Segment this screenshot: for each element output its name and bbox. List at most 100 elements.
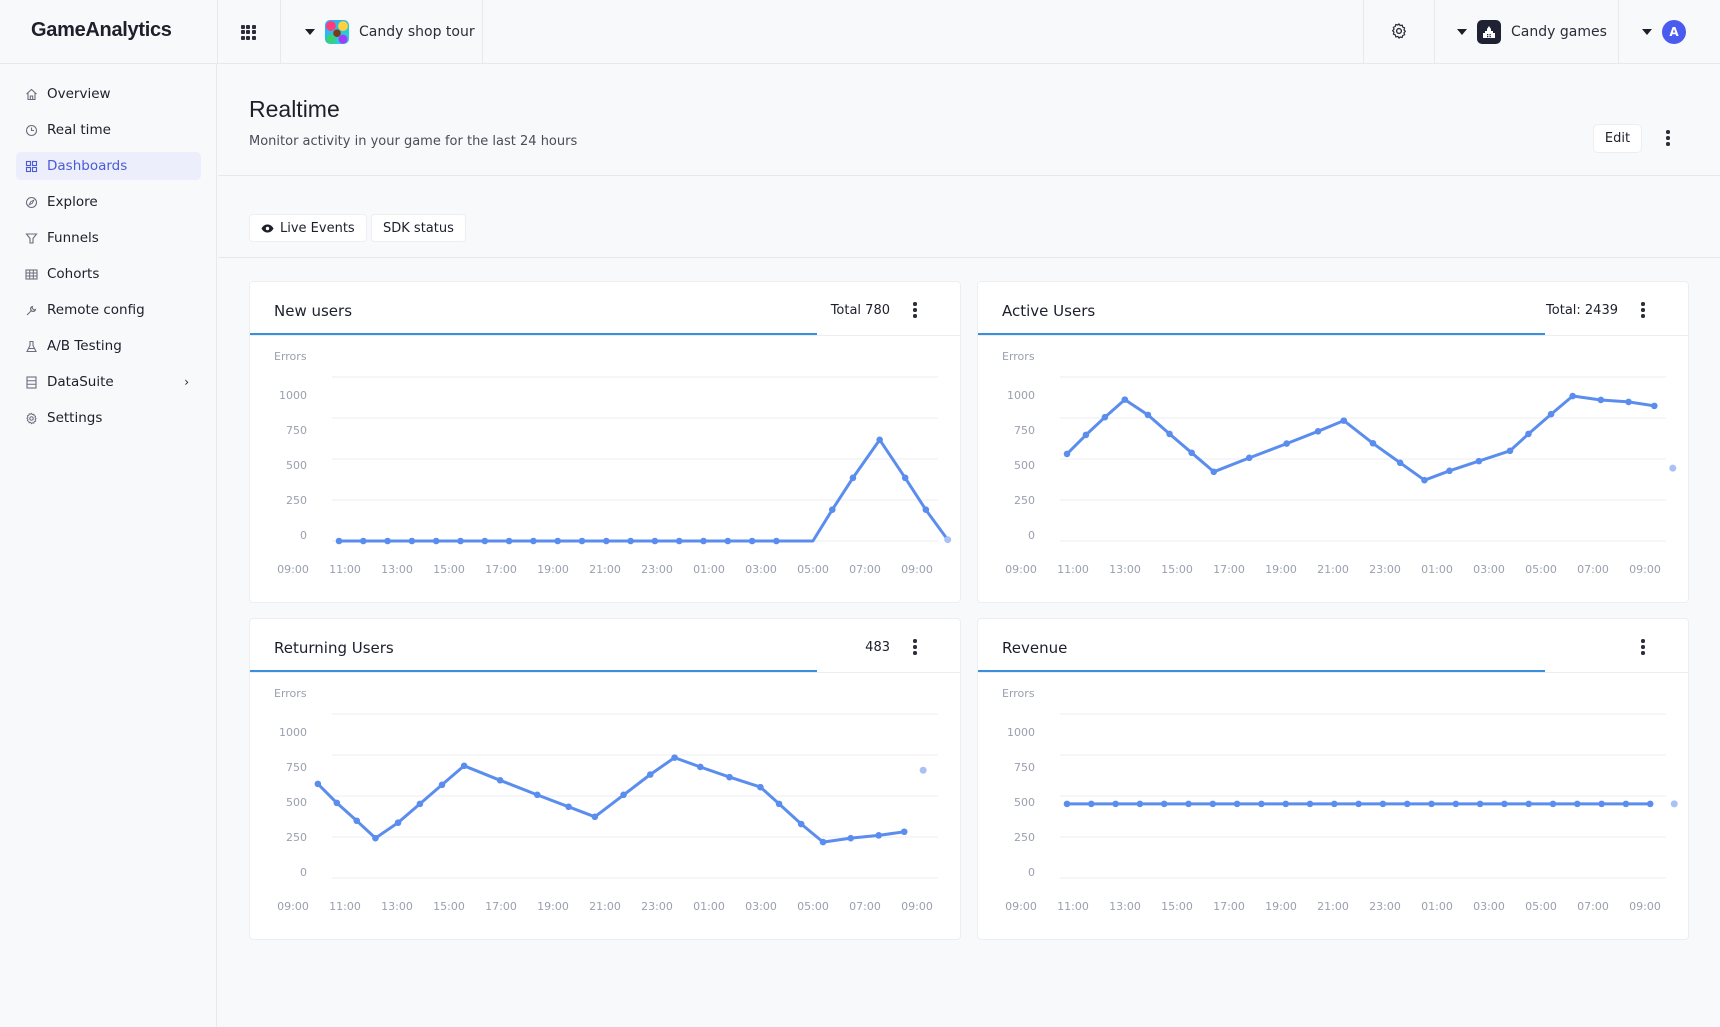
y-tick-label: 0 <box>300 866 307 879</box>
data-point <box>627 537 634 545</box>
data-point <box>1446 467 1453 475</box>
data-point <box>554 537 561 545</box>
compass-icon <box>25 196 38 209</box>
page-title: Realtime <box>249 96 340 122</box>
y-tick-label: 1000 <box>279 726 307 739</box>
more-options-icon[interactable] <box>1637 300 1649 320</box>
data-point <box>797 820 805 828</box>
y-tick-label: 0 <box>1028 866 1035 879</box>
data-point <box>724 537 732 545</box>
card-title: Returning Users <box>274 639 394 657</box>
data-point <box>1136 800 1144 808</box>
logo[interactable]: GameAnalytics <box>31 19 172 42</box>
more-options-icon[interactable] <box>909 637 921 657</box>
x-tick-label: 13:00 <box>1109 563 1141 576</box>
card-header-underline <box>978 670 1545 672</box>
divider <box>280 0 281 64</box>
sidebar-item-settings[interactable]: Settings <box>16 404 201 432</box>
user-menu[interactable]: A <box>1642 20 1686 44</box>
x-tick-label: 01:00 <box>693 563 725 576</box>
x-tick-label: 05:00 <box>797 563 829 576</box>
x-tick-label: 09:00 <box>1629 900 1661 913</box>
card-header: Revenue <box>978 619 1688 673</box>
x-tick-label: 15:00 <box>433 563 465 576</box>
game-selector[interactable]: Candy shop tour <box>305 20 475 44</box>
data-point <box>773 537 780 545</box>
data-point <box>757 783 764 791</box>
sidebar-item-explore[interactable]: Explore <box>16 188 201 216</box>
data-point <box>775 800 783 808</box>
more-options-icon[interactable] <box>1637 637 1649 657</box>
y-tick-label: 250 <box>286 831 307 844</box>
data-point <box>1355 800 1362 808</box>
x-tick-label: 13:00 <box>1109 900 1141 913</box>
sidebar-item-dashboards[interactable]: Dashboards <box>16 152 201 180</box>
data-point <box>847 834 855 842</box>
sidebar-item-label: Cohorts <box>47 266 100 282</box>
divider <box>1618 0 1619 64</box>
organization-selector[interactable]: Candy games <box>1457 20 1607 44</box>
card-total: Total: 2439 <box>1546 303 1618 318</box>
card-total: Total 780 <box>830 303 890 318</box>
divider <box>218 257 1720 258</box>
sidebar: Overview Real time Dashboards Explore Fu… <box>0 64 217 1027</box>
data-point <box>1421 476 1428 484</box>
x-tick-label: 11:00 <box>329 900 361 913</box>
database-icon <box>25 375 38 389</box>
y-tick-label: 250 <box>286 494 307 507</box>
new-users-chart: Errors 1000 750 500 250 0 09:00 11:00 13:00 15:00… <box>274 350 952 576</box>
pending-data-point <box>919 766 927 774</box>
sidebar-item-ab-testing[interactable]: A/B Testing <box>16 332 201 360</box>
x-tick-label: 03:00 <box>745 563 777 576</box>
sidebar-item-overview[interactable]: Overview <box>16 80 201 108</box>
x-tick-label: 09:00 <box>1629 563 1661 576</box>
data-point <box>1101 413 1109 421</box>
x-tick-label: 21:00 <box>589 563 621 576</box>
data-point <box>533 791 541 799</box>
funnel-icon <box>25 232 38 245</box>
data-point <box>1283 440 1290 447</box>
y-tick-label: 750 <box>1014 424 1035 437</box>
sidebar-item-funnels[interactable]: Funnels <box>16 224 201 252</box>
returning-users-chart: Errors 1000 750 500 250 0 09:00 11:00 13:00 15:00… <box>274 687 938 913</box>
settings-gear-icon[interactable] <box>1390 22 1408 40</box>
pending-data-point <box>1670 800 1678 808</box>
organization-name: Candy games <box>1511 24 1607 40</box>
edit-button[interactable]: Edit <box>1593 124 1642 153</box>
returning-users-card: Returning Users 483 Errors 1000 750 500 250 0… <box>249 618 961 940</box>
data-point <box>1506 447 1514 455</box>
live-events-button[interactable]: Live Events <box>249 214 367 242</box>
data-point <box>922 506 930 513</box>
x-tick-label: 05:00 <box>1525 563 1557 576</box>
x-tick-label: 03:00 <box>1473 900 1505 913</box>
sidebar-item-cohorts[interactable]: Cohorts <box>16 260 201 288</box>
data-point <box>1651 402 1658 410</box>
data-point <box>620 791 627 799</box>
x-tick-label: 09:00 <box>1005 563 1037 576</box>
studio-building-icon <box>1477 20 1501 44</box>
sdk-status-button[interactable]: SDK status <box>371 214 466 242</box>
data-point <box>1160 800 1168 808</box>
more-options-icon[interactable] <box>1660 128 1676 148</box>
x-tick-label: 19:00 <box>1265 563 1297 576</box>
card-header: Active Users Total: 2439 <box>978 282 1688 336</box>
app-switcher-button[interactable] <box>238 22 258 42</box>
data-point <box>819 838 827 846</box>
more-options-icon[interactable] <box>909 300 921 320</box>
caret-down-icon <box>1642 29 1652 35</box>
data-point <box>875 832 883 839</box>
series-line <box>1065 394 1655 482</box>
caret-down-icon <box>1457 29 1467 35</box>
data-point <box>1476 800 1484 808</box>
y-tick-label: 0 <box>1028 529 1035 542</box>
data-point <box>481 537 489 545</box>
sidebar-item-datasuite[interactable]: DataSuite › <box>16 368 201 396</box>
data-point <box>384 537 391 545</box>
data-point <box>1598 800 1605 808</box>
sidebar-item-real-time[interactable]: Real time <box>16 116 201 144</box>
data-point <box>1144 411 1152 419</box>
sidebar-item-remote-config[interactable]: Remote config <box>16 296 201 324</box>
dashboard-grid-icon <box>25 160 38 173</box>
avatar: A <box>1662 20 1686 44</box>
data-point <box>1525 800 1532 808</box>
